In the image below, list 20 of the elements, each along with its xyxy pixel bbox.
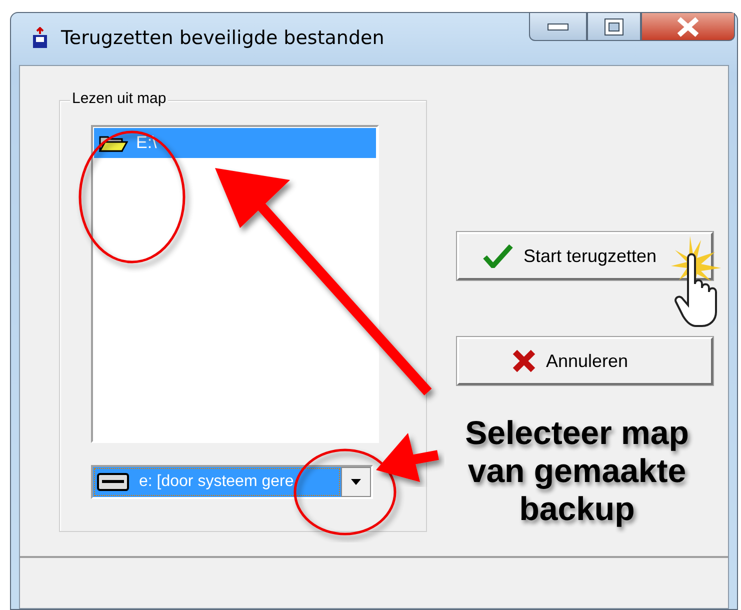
group-label: Lezen uit map	[70, 90, 168, 107]
cross-icon	[512, 349, 536, 373]
window-title: Terugzetten beveiligde bestanden	[61, 27, 384, 49]
app-icon	[31, 27, 49, 49]
dropdown-button[interactable]	[341, 467, 371, 497]
drive-icon	[97, 472, 129, 492]
close-icon	[676, 16, 700, 36]
minimize-button[interactable]	[529, 13, 587, 41]
close-button[interactable]	[641, 13, 735, 41]
arrow	[376, 433, 439, 482]
checkmark-icon	[483, 244, 514, 268]
cancel-button[interactable]: Annuleren	[457, 337, 713, 385]
maximize-icon	[604, 18, 624, 36]
caret-icon	[351, 479, 361, 485]
drive-value: e: [door systeem gere	[139, 473, 294, 491]
start-button[interactable]: Start terugzetten	[457, 232, 713, 280]
maximize-button[interactable]	[587, 13, 641, 41]
minimize-icon	[547, 22, 569, 30]
annotation-text: Selecteer map van gemaakte backup	[464, 414, 690, 528]
drive-dropdown[interactable]: e: [door systeem gere	[91, 465, 373, 499]
